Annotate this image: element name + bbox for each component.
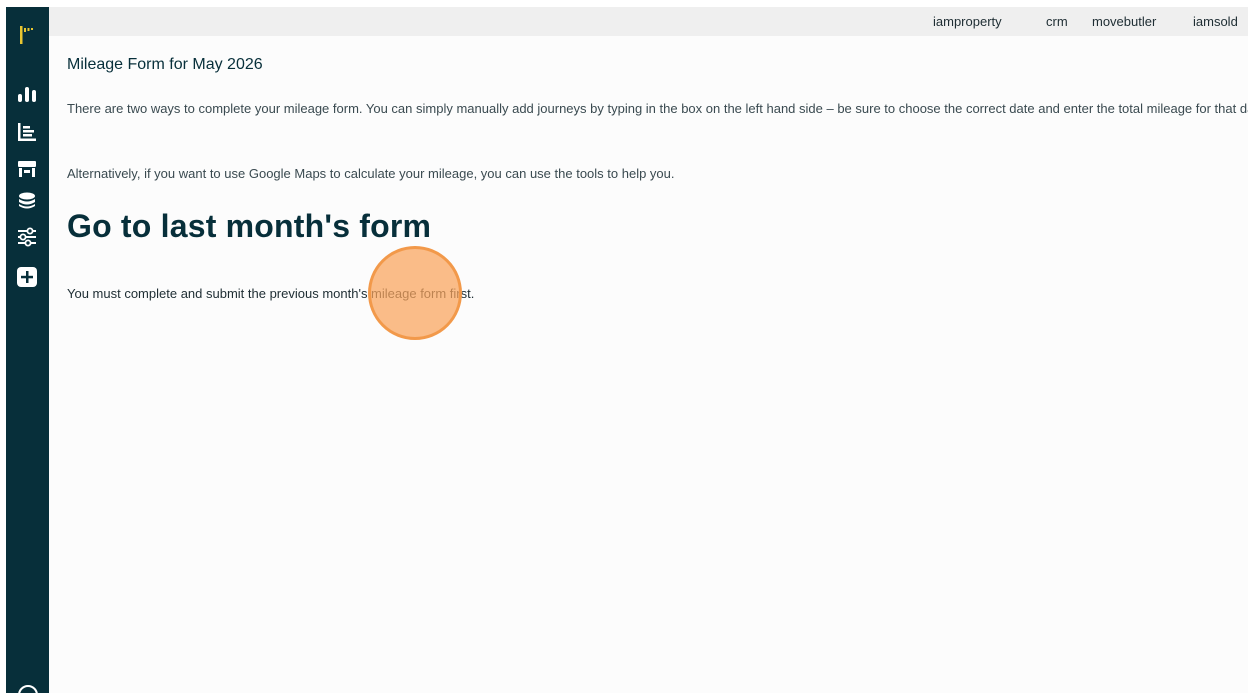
- help-icon[interactable]: [18, 685, 38, 693]
- last-month-form-heading[interactable]: Go to last month's form: [67, 208, 431, 245]
- app-frame: iamproperty crm movebutler iamsold Milea…: [6, 7, 1248, 693]
- intro-paragraph: There are two ways to complete your mile…: [67, 101, 1248, 116]
- list-chart-icon[interactable]: [16, 121, 38, 143]
- add-icon[interactable]: [16, 266, 38, 288]
- page-subtitle: Mileage Form for May 2026: [67, 56, 263, 73]
- nav-link-crm[interactable]: crm: [1046, 7, 1068, 36]
- logo-icon[interactable]: [20, 24, 34, 46]
- nav-link-iamproperty[interactable]: iamproperty: [933, 7, 1002, 36]
- top-navigation-bar: iamproperty crm movebutler iamsold: [49, 7, 1248, 36]
- nav-link-movebutler[interactable]: movebutler: [1092, 7, 1156, 36]
- sliders-icon[interactable]: [16, 226, 38, 248]
- coins-icon[interactable]: [16, 190, 38, 212]
- main-content: Mileage Form for May 2026 There are two …: [67, 36, 1248, 693]
- maps-paragraph: Alternatively, if you want to use Google…: [67, 166, 675, 181]
- previous-form-notice: You must complete and submit the previou…: [67, 286, 475, 301]
- sidebar: [6, 7, 49, 693]
- nav-link-iamsold[interactable]: iamsold: [1193, 7, 1238, 36]
- bar-chart-icon[interactable]: [16, 83, 38, 105]
- store-icon[interactable]: [16, 158, 38, 180]
